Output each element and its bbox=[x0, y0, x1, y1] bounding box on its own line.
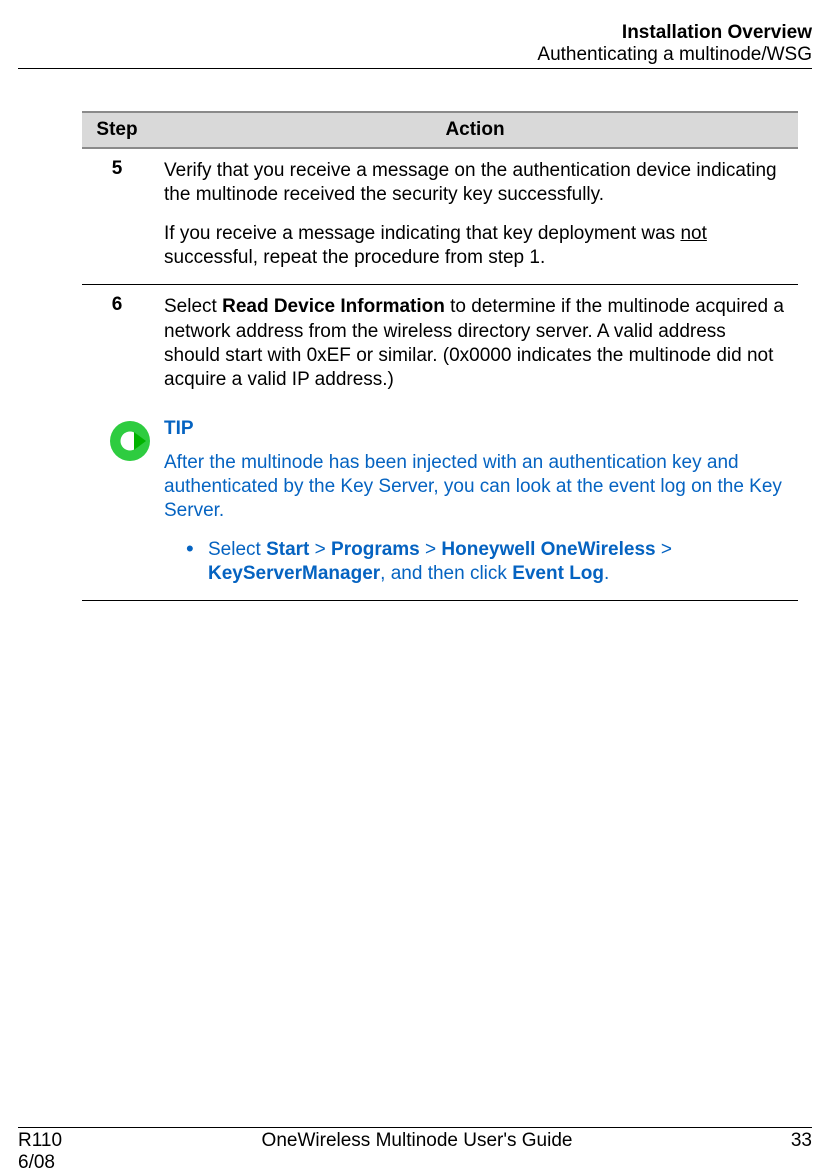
tip-arrow-icon bbox=[108, 419, 152, 463]
header-subtitle: Authenticating a multinode/WSG bbox=[18, 44, 812, 66]
menu-start: Start bbox=[266, 539, 309, 560]
col-header-action: Action bbox=[152, 112, 798, 148]
tip-row: TIP After the multinode has been injecte… bbox=[82, 407, 798, 601]
underline-text: not bbox=[680, 223, 706, 244]
para: If you receive a message indicating that… bbox=[164, 222, 786, 271]
text: If you receive a message indicating that… bbox=[164, 223, 680, 244]
footer-rev: R110 bbox=[18, 1130, 62, 1152]
step-number: 5 bbox=[82, 148, 152, 285]
step-action: Select Read Device Information to determ… bbox=[152, 285, 798, 407]
menu-eventlog: Event Log bbox=[512, 563, 604, 584]
content-area: Step Action 5 Verify that you receive a … bbox=[18, 71, 812, 601]
text: , and then click bbox=[380, 563, 512, 584]
tip-para: After the multinode has been injected wi… bbox=[164, 451, 786, 524]
text: Select bbox=[164, 296, 222, 317]
step-action: Verify that you receive a message on the… bbox=[152, 148, 798, 285]
text: Select bbox=[208, 539, 266, 560]
table-row: 6 Select Read Device Information to dete… bbox=[82, 285, 798, 407]
col-header-step: Step bbox=[82, 112, 152, 148]
table-row: 5 Verify that you receive a message on t… bbox=[82, 148, 798, 285]
footer-date: 6/08 bbox=[18, 1152, 62, 1174]
text: > bbox=[420, 539, 442, 560]
footer-rule bbox=[18, 1127, 812, 1128]
text: > bbox=[656, 539, 672, 560]
page-header: Installation Overview Authenticating a m… bbox=[18, 22, 812, 69]
footer-page-num: 33 bbox=[772, 1130, 812, 1152]
footer-center: OneWireless Multinode User's Guide bbox=[62, 1130, 772, 1152]
para: Verify that you receive a message on the… bbox=[164, 159, 786, 208]
text: > bbox=[309, 539, 331, 560]
tip-body: TIP After the multinode has been injecte… bbox=[164, 417, 786, 587]
tip-cell: TIP After the multinode has been injecte… bbox=[152, 407, 798, 601]
menu-programs: Programs bbox=[331, 539, 420, 560]
page-footer: R110 6/08 OneWireless Multinode User's G… bbox=[18, 1127, 812, 1174]
step-number: 6 bbox=[82, 285, 152, 407]
header-rule bbox=[18, 68, 812, 69]
menu-keyservermanager: KeyServerManager bbox=[208, 563, 380, 584]
tip-title: TIP bbox=[164, 417, 786, 441]
menu-honeywell: Honeywell OneWireless bbox=[441, 539, 655, 560]
footer-left: R110 6/08 bbox=[18, 1130, 62, 1174]
bold-text: Read Device Information bbox=[222, 296, 445, 317]
header-title: Installation Overview bbox=[18, 22, 812, 44]
tip-list-item: Select Start > Programs > Honeywell OneW… bbox=[190, 538, 786, 587]
text: successful, repeat the procedure from st… bbox=[164, 247, 545, 268]
text: . bbox=[604, 563, 609, 584]
para: Select Read Device Information to determ… bbox=[164, 295, 786, 392]
steps-table: Step Action 5 Verify that you receive a … bbox=[82, 111, 798, 601]
